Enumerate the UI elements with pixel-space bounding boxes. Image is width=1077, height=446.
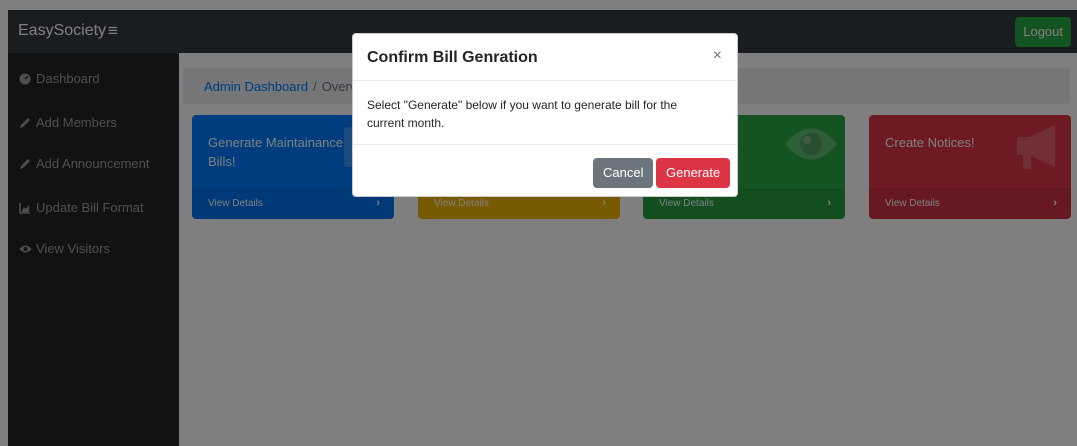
modal-body-text: Select "Generate" below if you want to g… — [367, 98, 678, 130]
modal-title: Confirm Bill Genration — [367, 49, 538, 66]
generate-button[interactable]: Generate — [656, 158, 731, 188]
close-icon[interactable]: × — [713, 47, 722, 65]
modal-footer: Cancel Generate — [353, 144, 737, 196]
confirm-bill-modal: Confirm Bill Genration × Select "Generat… — [352, 33, 738, 197]
modal-header: Confirm Bill Genration × — [353, 34, 737, 81]
cancel-button[interactable]: Cancel — [593, 158, 654, 188]
